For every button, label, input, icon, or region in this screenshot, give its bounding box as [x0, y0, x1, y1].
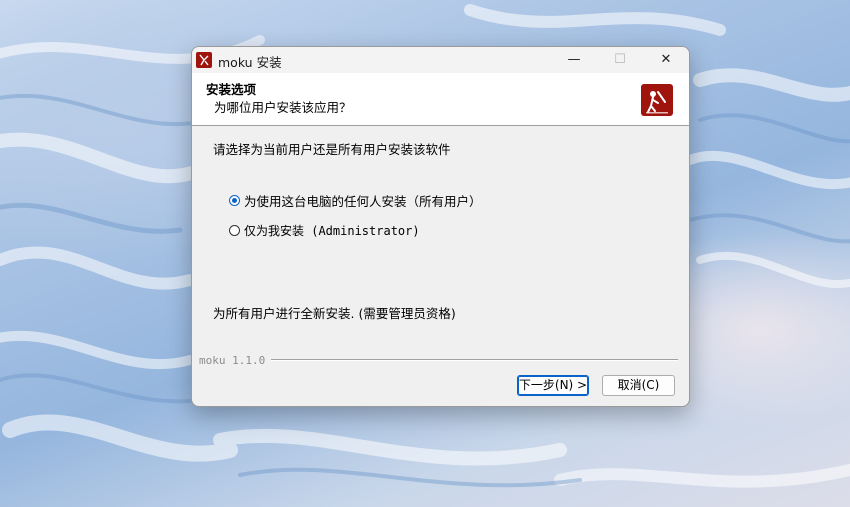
- minimize-button[interactable]: —: [551, 47, 597, 73]
- install-prompt: 请选择为当前用户还是所有用户安装该软件: [213, 142, 451, 157]
- option-all-users[interactable]: 为使用这台电脑的任何人安装（所有用户）: [229, 191, 482, 209]
- app-logo-icon: [641, 84, 673, 116]
- cancel-button[interactable]: 取消(C): [602, 375, 675, 396]
- wizard-header: 安装选项 为哪位用户安装该应用？: [192, 73, 689, 126]
- version-label: moku 1.1.0: [199, 353, 266, 367]
- option-label[interactable]: 仅为我安装 (Administrator): [244, 222, 420, 239]
- title-bar[interactable]: moku 安装 — ☐ ✕: [192, 47, 689, 73]
- radio-unchecked-icon[interactable]: [229, 224, 240, 236]
- window-title: moku 安装: [218, 55, 282, 70]
- installer-window: moku 安装 — ☐ ✕ 安装选项 为哪位用户安装该应用？ 请选择为当前用户还…: [191, 46, 690, 407]
- option-current-user[interactable]: 仅为我安装 (Administrator): [229, 221, 420, 239]
- app-logo-icon: [196, 52, 212, 68]
- radio-checked-icon[interactable]: [229, 194, 240, 206]
- option-label[interactable]: 为使用这台电脑的任何人安装（所有用户）: [244, 191, 482, 210]
- page-subtitle: 为哪位用户安装该应用？: [214, 100, 352, 115]
- page-title: 安装选项: [206, 82, 257, 97]
- next-button[interactable]: 下一步(N) >: [517, 375, 589, 396]
- version-row: moku 1.1.0: [199, 353, 678, 367]
- footer-divider: [271, 359, 678, 361]
- option-description: 为所有用户进行全新安装. (需要管理员资格): [213, 306, 456, 321]
- maximize-button[interactable]: ☐: [597, 47, 643, 73]
- close-button[interactable]: ✕: [643, 47, 689, 73]
